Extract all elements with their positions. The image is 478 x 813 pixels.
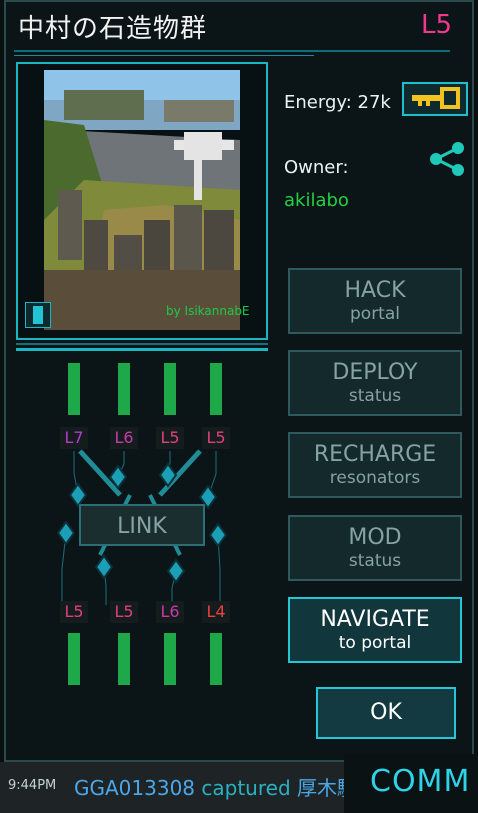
owner-label: Owner: bbox=[284, 157, 349, 178]
comm-button[interactable]: COMM bbox=[344, 754, 478, 813]
hack-button[interactable]: HACK portal bbox=[288, 268, 462, 334]
resonator-svg: L7 L6 L5 L5 L5 L5 L6 L4 LINK bbox=[56, 363, 230, 685]
portal-level: L5 bbox=[420, 10, 452, 40]
resonator-bar-bottom-4 bbox=[210, 633, 222, 685]
resonator-bar-bottom-3 bbox=[164, 633, 176, 685]
resonator-level-bottom-3: L6 bbox=[160, 602, 179, 621]
navigate-label: NAVIGATE bbox=[320, 607, 430, 632]
deploy-sublabel: status bbox=[348, 386, 402, 406]
status-time: 9:44PM bbox=[8, 778, 57, 793]
portal-photo[interactable] bbox=[44, 70, 240, 330]
mod-sublabel: status bbox=[348, 551, 402, 571]
resonator-diamond-7 bbox=[208, 522, 228, 548]
recharge-button[interactable]: RECHARGE resonators bbox=[288, 432, 462, 498]
recharge-sublabel: resonators bbox=[329, 468, 421, 488]
resonator-diagram: L7 L6 L5 L5 L5 L5 L6 L4 LINK bbox=[50, 355, 250, 700]
resonator-bar-top-4 bbox=[210, 363, 222, 415]
resonator-bar-top-1 bbox=[68, 363, 80, 415]
resonator-level-bottom-2: L5 bbox=[114, 602, 133, 621]
key-icon bbox=[412, 87, 460, 109]
resonator-level-top-1: L7 bbox=[64, 428, 83, 447]
navigate-button[interactable]: NAVIGATE to portal bbox=[288, 597, 462, 663]
link-label: LINK bbox=[117, 514, 167, 539]
resonator-bar-top-2 bbox=[118, 363, 130, 415]
hack-sublabel: portal bbox=[350, 304, 400, 324]
resonator-bar-bottom-2 bbox=[118, 633, 130, 685]
ok-button[interactable]: OK bbox=[316, 687, 456, 739]
title-divider bbox=[14, 50, 450, 52]
key-button[interactable] bbox=[402, 82, 468, 116]
resonator-level-bottom-4: L4 bbox=[206, 602, 225, 621]
deploy-button[interactable]: DEPLOY status bbox=[288, 350, 462, 416]
navigate-sublabel: to portal bbox=[338, 633, 412, 653]
mod-label: MOD bbox=[348, 525, 402, 550]
ticker-action: captured bbox=[201, 776, 291, 800]
resonator-level-bottom-1: L5 bbox=[64, 602, 83, 621]
resonator-diamond-1 bbox=[68, 482, 88, 508]
deploy-label: DEPLOY bbox=[332, 360, 418, 385]
comm-label: COMM bbox=[370, 764, 471, 799]
resonator-bar-bottom-1 bbox=[68, 633, 80, 685]
mod-button[interactable]: MOD status bbox=[288, 515, 462, 581]
resonator-level-top-4: L5 bbox=[206, 428, 225, 447]
info-icon[interactable] bbox=[25, 302, 51, 328]
photo-credit: by IsikannabE bbox=[166, 304, 250, 318]
resonator-bar-top-3 bbox=[164, 363, 176, 415]
portal-title: 中村の石造物群 bbox=[18, 14, 208, 44]
photo-divider bbox=[16, 343, 268, 345]
share-icon[interactable] bbox=[428, 140, 466, 178]
recharge-label: RECHARGE bbox=[313, 442, 437, 467]
energy-value: 27k bbox=[357, 92, 391, 113]
title-divider-secondary bbox=[14, 55, 314, 56]
ticker-player: GGA013308 bbox=[74, 776, 196, 800]
activity-ticker[interactable]: GGA013308 captured 厚木駅 bbox=[74, 772, 357, 801]
resonator-diamond-8 bbox=[166, 558, 186, 584]
photo-divider-accent bbox=[16, 348, 268, 351]
energy-readout: Energy: 27k bbox=[284, 92, 391, 113]
hack-label: HACK bbox=[344, 278, 406, 303]
owner-name[interactable]: akilabo bbox=[284, 190, 349, 211]
resonator-level-top-3: L5 bbox=[160, 428, 179, 447]
resonator-diamond-2 bbox=[56, 520, 76, 546]
energy-label: Energy: bbox=[284, 92, 352, 113]
resonator-level-top-2: L6 bbox=[114, 428, 133, 447]
resonator-diamond-4 bbox=[94, 554, 114, 580]
